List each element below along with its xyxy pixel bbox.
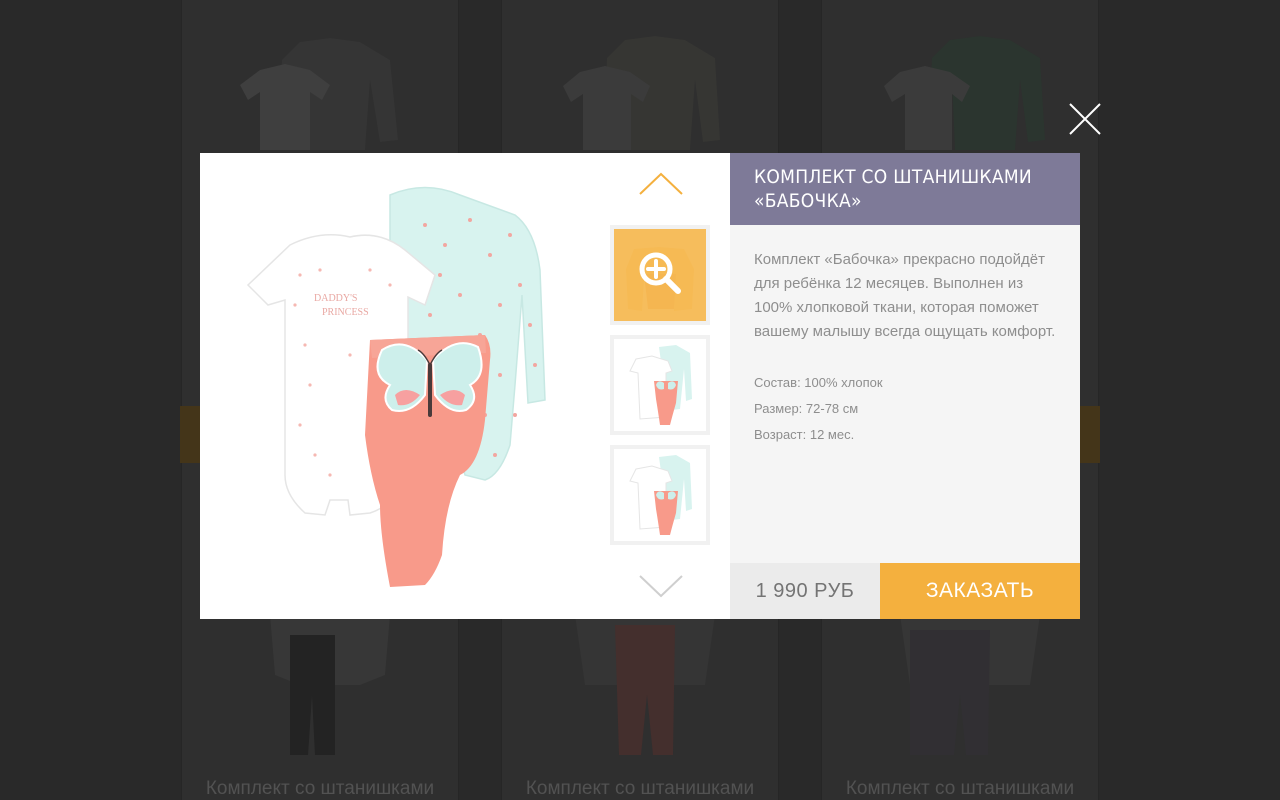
product-info-panel: КОМПЛЕКТ СО ШТАНИШКАМИ «БАБОЧКА» Комплек… (730, 153, 1080, 619)
chevron-down-icon (639, 575, 683, 598)
product-main-image: DADDY'S PRINCESS (246, 186, 546, 587)
product-specs: Состав: 100% хлопок Размер: 72-78 см Воз… (754, 370, 1064, 448)
chevron-up-icon (639, 172, 683, 195)
product-price: 1 990 РУБ (730, 563, 880, 619)
thumbnail-zoom-overlay[interactable] (614, 229, 706, 321)
close-button[interactable] (1066, 100, 1104, 138)
onesie-print-line2: PRINCESS (322, 307, 369, 318)
spec-age: Возраст: 12 мес. (754, 427, 855, 442)
spec-size: Размер: 72-78 см (754, 401, 859, 416)
zoom-in-icon (639, 252, 681, 294)
thumbnail-image (629, 455, 692, 535)
thumbnail-up-button[interactable] (638, 171, 684, 197)
thumbnail-item-active[interactable] (610, 225, 710, 325)
product-title: КОМПЛЕКТ СО ШТАНИШКАМИ «БАБОЧКА» (730, 153, 1080, 225)
thumbnail-down-button[interactable] (638, 573, 684, 599)
onesie-print-line1: DADDY'S (314, 293, 357, 304)
thumbnail-item[interactable] (610, 445, 710, 545)
spec-composition: Состав: 100% хлопок (754, 375, 883, 390)
product-modal: DADDY'S PRINCESS КОМПЛЕКТ СО ШТАНИШКАМИ … (200, 153, 1080, 619)
close-icon (1069, 103, 1101, 135)
product-description: Комплект «Бабочка» прекрасно подойдёт дл… (754, 251, 1056, 340)
thumbnail-strip (600, 153, 720, 619)
thumbnail-image (629, 345, 692, 425)
order-button[interactable]: ЗАКАЗАТЬ (880, 563, 1080, 619)
thumbnail-item[interactable] (610, 335, 710, 435)
